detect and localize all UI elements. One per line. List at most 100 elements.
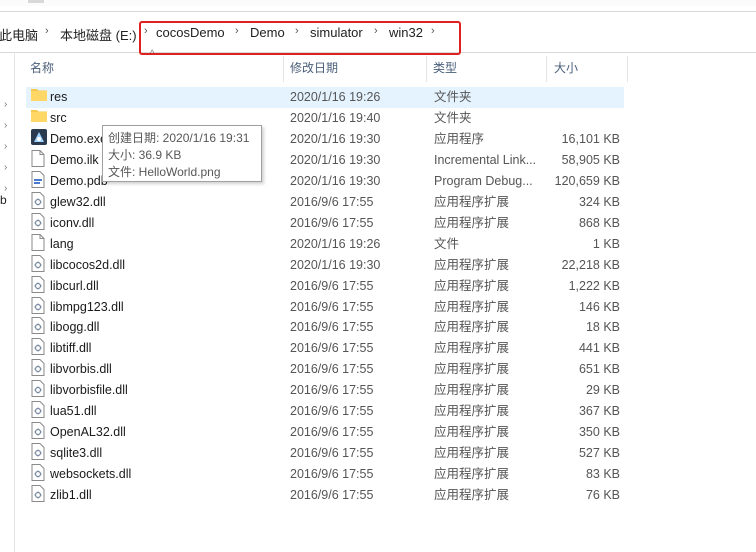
file-modified-date: 2020/1/16 19:30 xyxy=(290,152,381,167)
dll-icon xyxy=(31,401,45,419)
file-size: 350 KB xyxy=(578,425,620,440)
file-modified-date: 2016/9/6 17:55 xyxy=(290,215,374,230)
file-row[interactable]: iconv.dll 2016/9/6 17:55 应用程序扩展 868 KB xyxy=(26,212,624,234)
annotation-highlight-box xyxy=(139,21,461,55)
file-modified-date: 2020/1/16 19:40 xyxy=(290,110,381,125)
column-divider[interactable] xyxy=(426,56,427,82)
file-row[interactable]: websockets.dll 2016/9/6 17:55 应用程序扩展 83 KB xyxy=(26,464,624,485)
column-header-date[interactable]: 修改日期 xyxy=(290,56,338,80)
title-strip xyxy=(0,0,756,6)
file-modified-date: 2020/1/16 19:30 xyxy=(290,131,381,146)
file-name: src xyxy=(50,110,67,125)
file-size: 868 KB xyxy=(578,215,620,230)
file-row[interactable]: libtiff.dll 2016/9/6 17:55 应用程序扩展 441 KB xyxy=(26,338,624,359)
file-row[interactable]: sqlite3.dll 2016/9/6 17:55 应用程序扩展 527 KB xyxy=(26,443,624,464)
column-divider[interactable] xyxy=(283,56,284,82)
dll-icon xyxy=(31,296,45,314)
file-name: zlib1.dll xyxy=(50,488,92,503)
file-name: websockets.dll xyxy=(50,467,132,482)
column-header-type[interactable]: 类型 xyxy=(433,56,457,80)
file-row[interactable]: lang 2020/1/16 19:26 文件 1 KB xyxy=(26,233,624,255)
file-row[interactable]: libcurl.dll 2016/9/6 17:55 应用程序扩展 1,222 KB xyxy=(26,275,624,297)
file-type: 应用程序扩展 xyxy=(434,215,510,230)
file-size: 651 KB xyxy=(578,362,620,377)
file-size: 324 KB xyxy=(578,194,620,209)
file-name: libcurl.dll xyxy=(50,278,99,293)
file-name: libcocos2d.dll xyxy=(50,257,126,272)
nav-expand-icon[interactable]: › xyxy=(4,141,12,153)
navigation-pane[interactable]: › › › › › xyxy=(0,52,15,552)
file-type: 文件 xyxy=(434,236,460,251)
nav-expand-icon[interactable]: › xyxy=(4,162,12,174)
column-divider[interactable] xyxy=(627,56,628,82)
file-type: 应用程序扩展 xyxy=(434,257,510,272)
nav-expand-icon[interactable]: › xyxy=(4,99,12,111)
file-name: iconv.dll xyxy=(50,215,95,230)
tooltip-file: 文件: HelloWorld.png xyxy=(108,165,221,179)
file-type: 应用程序扩展 xyxy=(434,467,510,482)
file-size: 441 KB xyxy=(578,341,620,356)
dll-icon xyxy=(31,464,45,482)
file-modified-date: 2016/9/6 17:55 xyxy=(290,446,374,461)
file-row[interactable]: lua51.dll 2016/9/6 17:55 应用程序扩展 367 KB xyxy=(26,401,624,422)
file-row[interactable]: libvorbis.dll 2016/9/6 17:55 应用程序扩展 651 KB xyxy=(26,359,624,380)
file-size: 1 KB xyxy=(592,236,620,251)
file-type: 应用程序扩展 xyxy=(434,278,510,293)
file-type: 应用程序扩展 xyxy=(434,320,510,335)
file-tooltip: 创建日期: 2020/1/16 19:31 大小: 36.9 KB 文件: He… xyxy=(102,125,262,182)
file-type: 应用程序扩展 xyxy=(434,488,510,503)
file-row[interactable]: libcocos2d.dll 2020/1/16 19:30 应用程序扩展 22,21… xyxy=(26,254,624,276)
file-size: 58,905 KB xyxy=(561,152,620,167)
file-name: Demo.pdb xyxy=(50,173,108,188)
column-header-name[interactable]: 名称 xyxy=(30,56,54,80)
file-size: 120,659 KB xyxy=(554,173,620,188)
file-name: libmpg123.dll xyxy=(50,299,124,314)
dll-icon xyxy=(31,212,45,230)
dll-icon xyxy=(31,191,45,209)
breadcrumb-drive-e[interactable]: 本地磁盘 (E:) xyxy=(60,25,137,44)
file-icon xyxy=(31,233,45,251)
file-row[interactable]: libvorbisfile.dll 2016/9/6 17:55 应用程序扩展 29 … xyxy=(26,380,624,401)
file-modified-date: 2016/9/6 17:55 xyxy=(290,488,374,503)
breadcrumb-separator-icon[interactable]: › xyxy=(45,25,49,37)
file-name: sqlite3.dll xyxy=(50,446,103,461)
column-divider[interactable] xyxy=(546,56,547,82)
file-type: 应用程序扩展 xyxy=(434,425,510,440)
nav-item-fragment[interactable]: b xyxy=(0,193,7,207)
file-modified-date: 2016/9/6 17:55 xyxy=(290,320,374,335)
file-type: 应用程序扩展 xyxy=(434,362,510,377)
address-bar[interactable]: 此电脑 › 本地磁盘 (E:) › cocosDemo › Demo › sim… xyxy=(0,11,756,55)
file-row[interactable]: res 2020/1/16 19:26 文件夹 xyxy=(26,87,624,108)
dll-icon xyxy=(31,485,45,503)
file-row[interactable]: libogg.dll 2016/9/6 17:55 应用程序扩展 18 KB xyxy=(26,317,624,338)
file-size: 76 KB xyxy=(585,488,620,503)
nav-expand-icon[interactable]: › xyxy=(4,120,12,132)
dll-icon xyxy=(31,275,45,293)
file-name: lang xyxy=(50,236,74,251)
file-modified-date: 2016/9/6 17:55 xyxy=(290,425,374,440)
file-name: OpenAL32.dll xyxy=(50,425,126,440)
file-row[interactable]: OpenAL32.dll 2016/9/6 17:55 应用程序扩展 350 KB xyxy=(26,422,624,443)
tooltip-created: 创建日期: 2020/1/16 19:31 xyxy=(108,131,250,145)
file-modified-date: 2016/9/6 17:55 xyxy=(290,299,374,314)
column-header-size[interactable]: 大小 xyxy=(554,56,578,80)
file-row[interactable]: zlib1.dll 2016/9/6 17:55 应用程序扩展 76 KB xyxy=(26,485,624,506)
file-row[interactable]: glew32.dll 2016/9/6 17:55 应用程序扩展 324 KB xyxy=(26,191,624,213)
file-row[interactable]: libmpg123.dll 2016/9/6 17:55 应用程序扩展 146 KB xyxy=(26,296,624,318)
file-name: Demo.ilk xyxy=(50,152,99,167)
file-size: 18 KB xyxy=(585,320,620,335)
tooltip-size: 大小: 36.9 KB xyxy=(108,148,182,162)
file-modified-date: 2016/9/6 17:55 xyxy=(290,383,374,398)
file-size: 83 KB xyxy=(585,467,620,482)
file-modified-date: 2016/9/6 17:55 xyxy=(290,194,374,209)
file-modified-date: 2020/1/16 19:30 xyxy=(290,257,381,272)
file-modified-date: 2020/1/16 19:26 xyxy=(290,90,381,104)
exe-icon xyxy=(31,128,47,146)
file-name: res xyxy=(50,90,68,104)
file-modified-date: 2016/9/6 17:55 xyxy=(290,404,374,419)
file-modified-date: 2016/9/6 17:55 xyxy=(290,362,374,377)
file-size: 527 KB xyxy=(578,446,620,461)
breadcrumb-this-pc[interactable]: 此电脑 xyxy=(0,25,38,44)
file-modified-date: 2016/9/6 17:55 xyxy=(290,341,374,356)
dll-icon xyxy=(31,422,45,440)
